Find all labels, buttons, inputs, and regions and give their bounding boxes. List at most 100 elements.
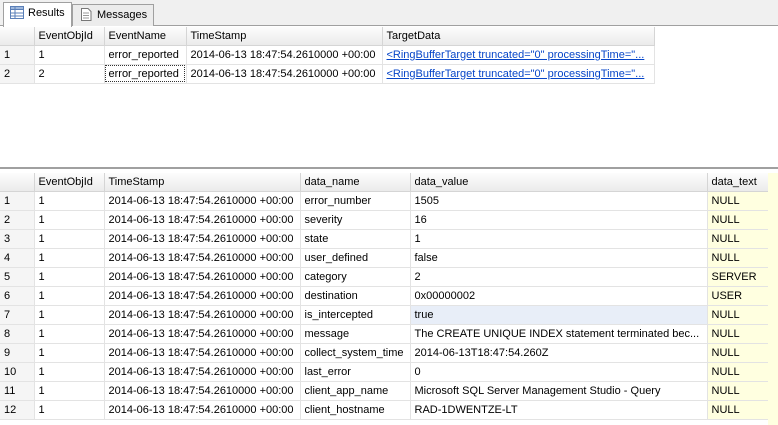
- cell-data-value[interactable]: RAD-1DWENTZE-LT: [410, 400, 708, 420]
- cell-timestamp[interactable]: 2014-06-13 18:47:54.2610000 +00:00: [104, 286, 301, 306]
- cell-data-value[interactable]: 2: [410, 267, 708, 287]
- cell-eventobjid[interactable]: 1: [34, 286, 105, 306]
- cell-timestamp[interactable]: 2014-06-13 18:47:54.2610000 +00:00: [104, 210, 301, 230]
- cell-data-text[interactable]: NULL: [707, 248, 769, 268]
- cell-data-name[interactable]: client_hostname: [300, 400, 411, 420]
- cell-data-text[interactable]: USER: [707, 286, 769, 306]
- row-number[interactable]: 5: [0, 267, 35, 287]
- tab-results[interactable]: Results: [3, 2, 72, 27]
- cell-data-text[interactable]: NULL: [707, 400, 769, 420]
- row-number[interactable]: 2: [0, 64, 35, 84]
- row-number[interactable]: 3: [0, 229, 35, 249]
- cell-data-name[interactable]: error_number: [300, 191, 411, 211]
- column-header-data-text[interactable]: data_text: [707, 173, 769, 192]
- cell-timestamp[interactable]: 2014-06-13 18:47:54.2610000 +00:00: [186, 45, 383, 65]
- cell-data-value[interactable]: 1505: [410, 191, 708, 211]
- cell-timestamp[interactable]: 2014-06-13 18:47:54.2610000 +00:00: [104, 267, 301, 287]
- cell-eventobjid[interactable]: 1: [34, 305, 105, 325]
- targetdata-xml-link[interactable]: <RingBufferTarget truncated="0" processi…: [382, 45, 655, 65]
- row-number[interactable]: 1: [0, 191, 35, 211]
- cell-eventobjid[interactable]: 1: [34, 229, 105, 249]
- cell-eventobjid[interactable]: 1: [34, 362, 105, 382]
- cell-eventobjid[interactable]: 1: [34, 191, 105, 211]
- column-header-data-value[interactable]: data_value: [410, 173, 708, 192]
- cell-data-value[interactable]: The CREATE UNIQUE INDEX statement termin…: [410, 324, 708, 344]
- cell-eventname-selected[interactable]: error_reported: [104, 64, 187, 84]
- column-header-eventobjid[interactable]: EventObjId: [34, 173, 105, 192]
- row-number[interactable]: 2: [0, 210, 35, 230]
- cell-data-text[interactable]: SERVER: [707, 267, 769, 287]
- cell-data-text[interactable]: NULL: [707, 229, 769, 249]
- cell-data-text[interactable]: NULL: [707, 324, 769, 344]
- row-number[interactable]: 7: [0, 305, 35, 325]
- table-row: 3 1 2014-06-13 18:47:54.2610000 +00:00 stat…: [0, 229, 769, 249]
- cell-data-name[interactable]: user_defined: [300, 248, 411, 268]
- cell-data-name[interactable]: category: [300, 267, 411, 287]
- column-header-eventname[interactable]: EventName: [104, 27, 187, 46]
- cell-eventobjid[interactable]: 1: [34, 210, 105, 230]
- cell-data-name[interactable]: severity: [300, 210, 411, 230]
- column-header-targetdata[interactable]: TargetData: [382, 27, 655, 46]
- column-header-timestamp[interactable]: TimeStamp: [186, 27, 383, 46]
- row-number[interactable]: 10: [0, 362, 35, 382]
- row-number[interactable]: 11: [0, 381, 35, 401]
- table-row: 10 1 2014-06-13 18:47:54.2610000 +00:00 las…: [0, 362, 769, 382]
- grid-icon: [10, 6, 24, 19]
- cell-data-name[interactable]: message: [300, 324, 411, 344]
- cell-timestamp[interactable]: 2014-06-13 18:47:54.2610000 +00:00: [104, 305, 301, 325]
- row-number[interactable]: 8: [0, 324, 35, 344]
- cell-data-name[interactable]: client_app_name: [300, 381, 411, 401]
- cell-timestamp[interactable]: 2014-06-13 18:47:54.2610000 +00:00: [104, 324, 301, 344]
- cell-data-text[interactable]: NULL: [707, 362, 769, 382]
- row-number-header[interactable]: [0, 27, 35, 46]
- cell-data-value[interactable]: false: [410, 248, 708, 268]
- column-header-eventobjid[interactable]: EventObjId: [34, 27, 105, 46]
- row-number[interactable]: 12: [0, 400, 35, 420]
- cell-timestamp[interactable]: 2014-06-13 18:47:54.2610000 +00:00: [104, 362, 301, 382]
- column-header-timestamp[interactable]: TimeStamp: [104, 173, 301, 192]
- cell-timestamp[interactable]: 2014-06-13 18:47:54.2610000 +00:00: [104, 343, 301, 363]
- cell-data-value[interactable]: Microsoft SQL Server Management Studio -…: [410, 381, 708, 401]
- cell-eventobjid[interactable]: 1: [34, 45, 105, 65]
- cell-eventobjid[interactable]: 1: [34, 400, 105, 420]
- cell-timestamp[interactable]: 2014-06-13 18:47:54.2610000 +00:00: [186, 64, 383, 84]
- cell-timestamp[interactable]: 2014-06-13 18:47:54.2610000 +00:00: [104, 381, 301, 401]
- cell-eventobjid[interactable]: 1: [34, 267, 105, 287]
- row-number-header[interactable]: [0, 173, 35, 192]
- cell-timestamp[interactable]: 2014-06-13 18:47:54.2610000 +00:00: [104, 229, 301, 249]
- cell-data-value[interactable]: 0: [410, 362, 708, 382]
- cell-eventobjid[interactable]: 1: [34, 343, 105, 363]
- cell-data-value[interactable]: 0x00000002: [410, 286, 708, 306]
- row-number[interactable]: 4: [0, 248, 35, 268]
- cell-eventobjid[interactable]: 2: [34, 64, 105, 84]
- cell-data-text[interactable]: NULL: [707, 381, 769, 401]
- cell-data-text[interactable]: NULL: [707, 305, 769, 325]
- cell-data-text[interactable]: NULL: [707, 210, 769, 230]
- cell-timestamp[interactable]: 2014-06-13 18:47:54.2610000 +00:00: [104, 191, 301, 211]
- cell-data-value[interactable]: 1: [410, 229, 708, 249]
- cell-data-text[interactable]: NULL: [707, 343, 769, 363]
- cell-eventobjid[interactable]: 1: [34, 381, 105, 401]
- row-number[interactable]: 9: [0, 343, 35, 363]
- results-grid-bottom: EventObjId TimeStamp data_name data_valu…: [0, 173, 778, 425]
- row-number[interactable]: 1: [0, 45, 35, 65]
- tab-messages[interactable]: Messages: [72, 4, 155, 26]
- cell-data-value[interactable]: 2014-06-13T18:47:54.260Z: [410, 343, 708, 363]
- cell-eventobjid[interactable]: 1: [34, 248, 105, 268]
- cell-data-text[interactable]: NULL: [707, 191, 769, 211]
- row-number[interactable]: 6: [0, 286, 35, 306]
- column-header-data-name[interactable]: data_name: [300, 173, 411, 192]
- table-row: 8 1 2014-06-13 18:47:54.2610000 +00:00 mess…: [0, 324, 769, 344]
- cell-data-name[interactable]: last_error: [300, 362, 411, 382]
- cell-data-name[interactable]: state: [300, 229, 411, 249]
- cell-data-value[interactable]: 16: [410, 210, 708, 230]
- cell-eventname[interactable]: error_reported: [104, 45, 187, 65]
- targetdata-xml-link[interactable]: <RingBufferTarget truncated="0" processi…: [382, 64, 655, 84]
- cell-eventobjid[interactable]: 1: [34, 324, 105, 344]
- cell-timestamp[interactable]: 2014-06-13 18:47:54.2610000 +00:00: [104, 248, 301, 268]
- cell-data-name[interactable]: collect_system_time: [300, 343, 411, 363]
- cell-data-value[interactable]: true: [410, 305, 708, 325]
- cell-timestamp[interactable]: 2014-06-13 18:47:54.2610000 +00:00: [104, 400, 301, 420]
- cell-data-name[interactable]: destination: [300, 286, 411, 306]
- cell-data-name[interactable]: is_intercepted: [300, 305, 411, 325]
